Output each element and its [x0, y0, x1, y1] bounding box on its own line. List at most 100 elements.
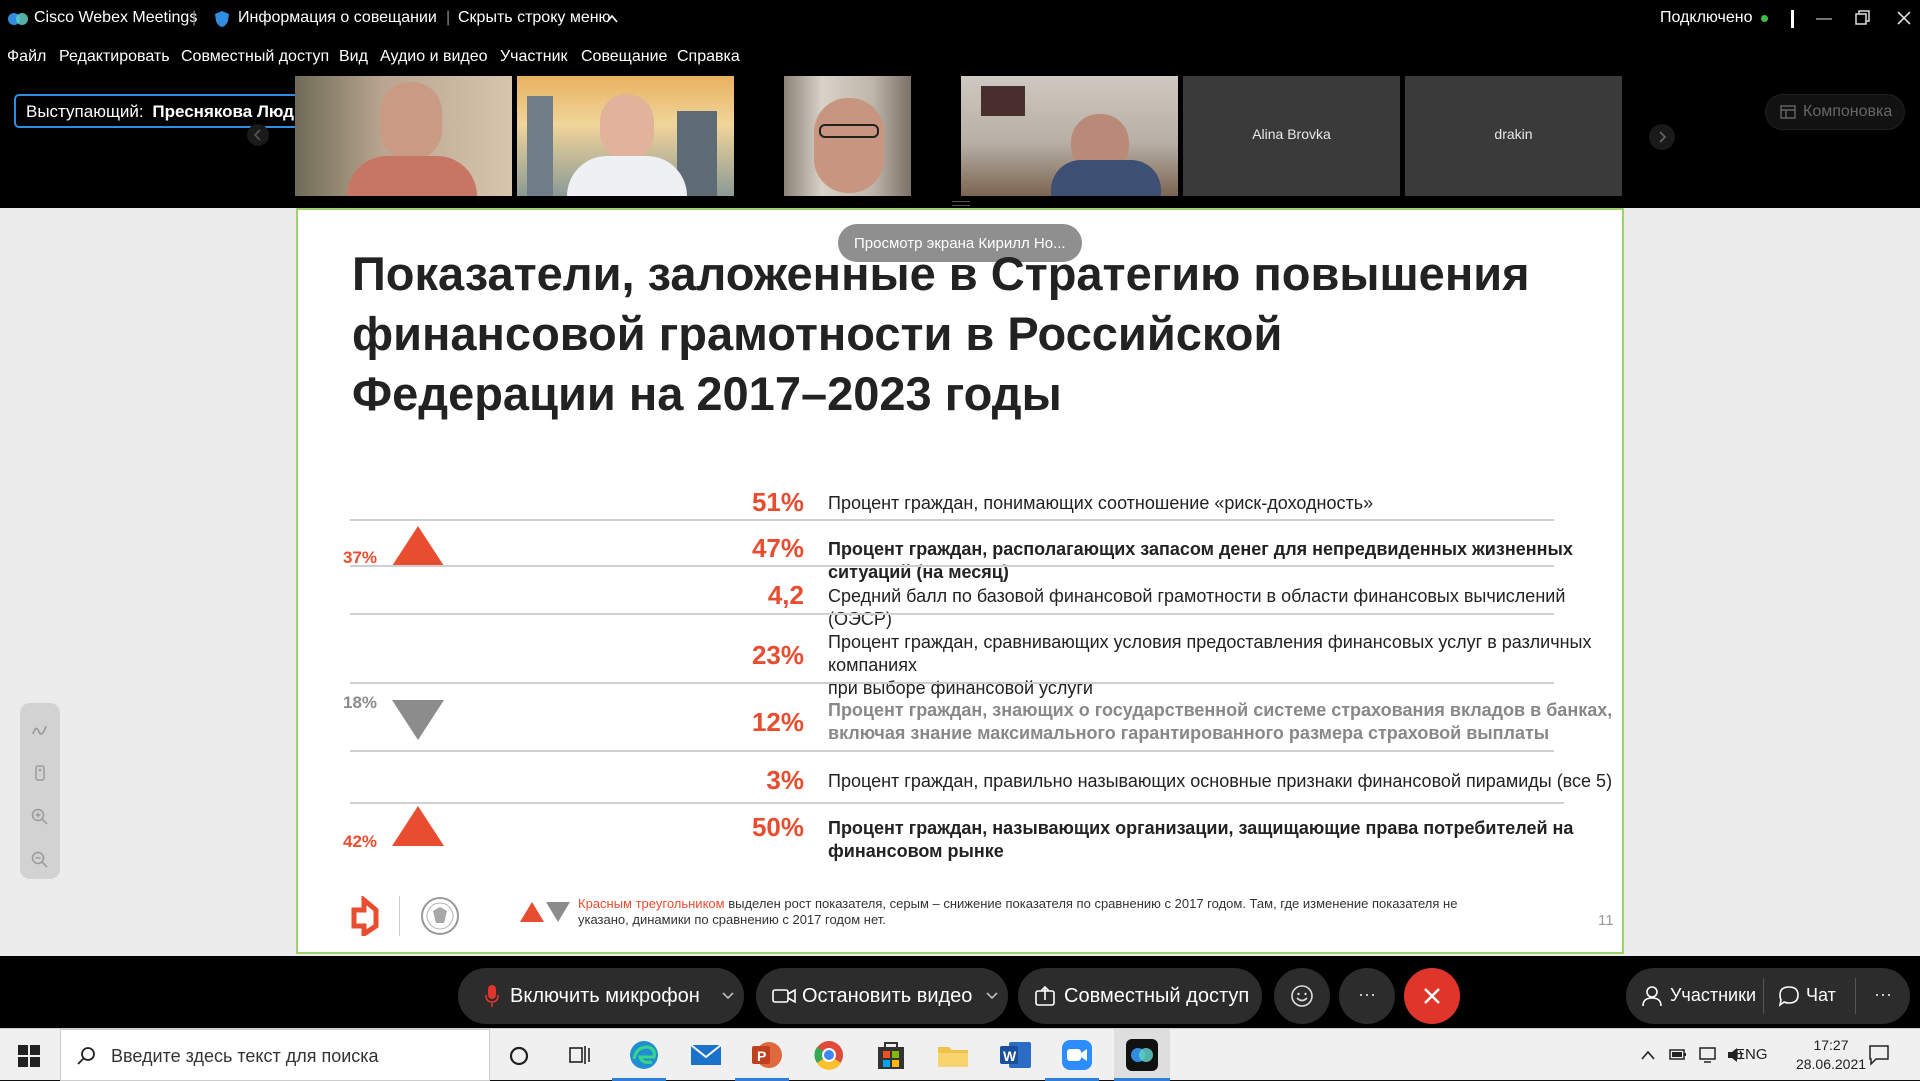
row-divider — [350, 802, 1564, 804]
indicator-description: Процент граждан, располагающих запасом д… — [828, 539, 1573, 582]
search-icon — [77, 1047, 95, 1065]
zoom-in-icon[interactable] — [30, 807, 50, 827]
menu-meeting[interactable]: Совещание — [581, 48, 667, 66]
smiley-icon — [1291, 985, 1313, 1007]
menu-help[interactable]: Справка — [677, 48, 740, 66]
taskbar-active-app[interactable] — [1114, 1029, 1170, 1081]
file-explorer-icon[interactable] — [935, 1037, 971, 1073]
leave-meeting-button[interactable] — [1404, 968, 1460, 1024]
previous-value: 18% — [343, 693, 378, 712]
remote-control-icon[interactable] — [30, 763, 50, 783]
webex-icon — [1126, 1039, 1158, 1071]
indicator-value: 4,2 — [767, 580, 804, 610]
presentation-slide: Просмотр экрана Кирилл Но... Показатели,… — [296, 208, 1624, 954]
mic-muted-icon — [485, 985, 499, 1007]
chevron-down-icon[interactable] — [986, 992, 998, 1000]
windows-taskbar: Введите здесь текст для поиска P W ENG 1… — [0, 1028, 1920, 1081]
status-dot-icon — [1761, 15, 1768, 22]
separator — [1791, 10, 1794, 28]
indicator-description: Процент граждан, сравнивающих условия пр… — [828, 632, 1592, 698]
indicator-description: Процент граждан, знающих о государственн… — [828, 700, 1613, 743]
chrome-icon[interactable] — [811, 1037, 847, 1073]
annotate-icon[interactable] — [30, 720, 50, 740]
indicator-description: Средний балл по базовой финансовой грамо… — [828, 586, 1566, 629]
menu-audio-video[interactable]: Аудио и видео — [380, 48, 488, 66]
central-bank-emblem-icon — [421, 897, 459, 935]
indicator-value: 3% — [766, 765, 804, 795]
previous-value: 42% — [343, 832, 378, 851]
zoom-icon[interactable] — [1059, 1037, 1095, 1073]
chevron-down-icon[interactable] — [722, 992, 734, 1000]
trend-down-icon — [392, 700, 444, 740]
share-button[interactable]: Совместный доступ — [1018, 968, 1262, 1024]
participant-video-2[interactable] — [517, 76, 734, 196]
layout-icon — [1780, 105, 1796, 119]
title-bar: Cisco Webex Meetings | Информация о сове… — [0, 0, 1920, 38]
participant-tile-alina[interactable]: Alina Brovka — [1183, 76, 1400, 196]
stop-video-button[interactable]: Остановить видео — [756, 968, 1008, 1024]
cortana-icon[interactable] — [508, 1045, 530, 1067]
menu-file[interactable]: Файл — [7, 48, 46, 66]
battery-icon[interactable] — [1668, 1045, 1688, 1063]
indicator-value: 51% — [751, 487, 804, 517]
slide-footnote: Красным треугольником выделен рост показ… — [578, 896, 1458, 927]
participant-video-3[interactable] — [739, 76, 956, 196]
trend-up-icon — [392, 806, 444, 846]
input-language[interactable]: ENG — [1735, 1046, 1768, 1063]
video-camera-icon — [772, 988, 796, 1004]
webex-logo-icon — [8, 13, 28, 25]
svg-text:W: W — [1003, 1048, 1017, 1064]
meeting-info-link[interactable]: Информация о совещании — [238, 9, 437, 27]
slide-page-number: 11 — [1598, 912, 1614, 929]
task-view-icon[interactable] — [568, 1044, 592, 1066]
menu-view[interactable]: Вид — [339, 48, 368, 66]
network-icon[interactable] — [1698, 1045, 1718, 1065]
participants-button[interactable]: Участники — [1626, 968, 1762, 1024]
indicator-description: Процент граждан, правильно называющих ос… — [828, 771, 1613, 791]
minimize-button[interactable]: — — [1809, 6, 1839, 32]
participant-strip: Выступающий: Преснякова Людмила ФОМ Alin… — [0, 74, 1920, 208]
windows-start-icon[interactable] — [18, 1045, 40, 1067]
panel-more-button[interactable]: ··· — [1856, 968, 1910, 1024]
chat-button[interactable]: Чат — [1764, 968, 1854, 1024]
mail-icon[interactable] — [688, 1037, 724, 1073]
menu-share[interactable]: Совместный доступ — [181, 48, 329, 66]
connection-status: Подключено — [1660, 9, 1753, 26]
strip-resize-handle[interactable] — [952, 201, 970, 206]
restore-button[interactable] — [1855, 10, 1871, 26]
hide-menu-button[interactable]: Скрыть строку меню — [458, 9, 611, 27]
layout-button[interactable]: Компоновка — [1765, 94, 1905, 130]
slide-title: Показатели, заложенные в Стратегию повыш… — [352, 247, 1530, 420]
indicator-value: 47% — [751, 533, 804, 563]
participant-name: Alina Brovka — [1252, 126, 1331, 142]
chevron-up-icon[interactable] — [1640, 1049, 1656, 1061]
chevron-up-icon[interactable] — [606, 14, 618, 24]
zoom-out-icon[interactable] — [30, 850, 50, 870]
participant-video-4[interactable] — [961, 76, 1178, 196]
store-icon[interactable] — [873, 1037, 909, 1073]
row-divider — [350, 519, 1554, 521]
participant-face — [600, 94, 654, 160]
close-icon[interactable] — [1896, 10, 1912, 26]
app-title: Cisco Webex Meetings — [34, 9, 198, 26]
menu-participant[interactable]: Участник — [500, 48, 568, 66]
menu-bar: Файл Редактировать Совместный доступ Вид… — [0, 38, 1920, 74]
notifications-icon[interactable] — [1868, 1044, 1890, 1066]
participant-tile-drakin[interactable]: drakin — [1405, 76, 1622, 196]
unmute-button[interactable]: Включить микрофон — [458, 968, 744, 1024]
prev-page-icon[interactable] — [246, 123, 270, 147]
more-options-button[interactable]: ··· — [1339, 968, 1395, 1024]
taskbar-clock[interactable]: 17:27 28.06.2021 — [1786, 1036, 1876, 1074]
participant-video-1[interactable] — [295, 76, 512, 196]
edge-icon[interactable] — [626, 1037, 662, 1073]
indicator-description: Процент граждан, называющих организации,… — [828, 818, 1574, 861]
reactions-button[interactable] — [1274, 968, 1330, 1024]
share-screen-icon — [1035, 985, 1055, 1006]
menu-edit[interactable]: Редактировать — [59, 48, 170, 66]
word-icon[interactable]: W — [997, 1037, 1033, 1073]
powerpoint-icon[interactable]: P — [749, 1037, 785, 1073]
next-page-icon[interactable] — [1648, 123, 1676, 151]
meeting-controls: Включить микрофон Остановить видео Совме… — [0, 956, 1920, 1028]
taskbar-search-box[interactable]: Введите здесь текст для поиска — [60, 1029, 490, 1081]
row-divider — [350, 565, 1554, 567]
